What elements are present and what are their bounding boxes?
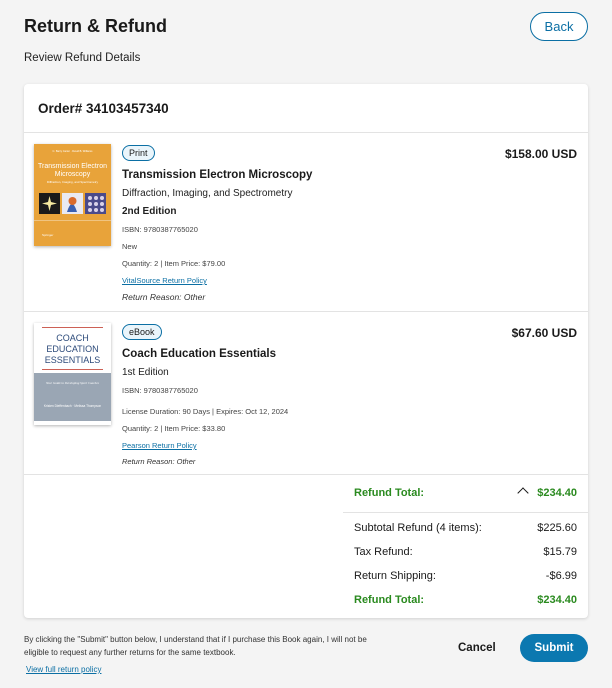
refund-total-header[interactable]: Refund Total: $234.40 — [354, 484, 577, 508]
summary-row-subtotal: Subtotal Refund (4 items): $225.60 — [354, 519, 577, 543]
summary-row-total: Refund Total: $234.40 — [354, 591, 577, 615]
page-title: Return & Refund — [24, 16, 167, 36]
summary-value: $225.60 — [537, 522, 577, 534]
cover-authors: C. Barry Carter · David B. Williams — [53, 149, 94, 153]
cover-title-1: COACH — [56, 333, 89, 343]
list-item: COACH EDUCATION ESSENTIALS Your Guide to… — [24, 312, 588, 475]
item-quantity: Quantity: 2 | Item Price: $79.00 — [122, 259, 226, 268]
item-subtitle: Diffraction, Imaging, and Spectrometry — [122, 188, 293, 199]
refund-total-value: $234.40 — [537, 487, 577, 499]
item-license: License Duration: 90 Days | Expires: Oct… — [122, 407, 289, 416]
refund-summary: Refund Total: $234.40 Subtotal Refund (4… — [343, 484, 588, 615]
summary-value: $15.79 — [543, 546, 577, 558]
cover-authors: Kristen Dieffenbach · Melissa Thompson — [44, 404, 102, 408]
cover-title-2: EDUCATION — [46, 344, 98, 354]
cover-subtitle: Diffraction, Imaging, and Spectrometry — [47, 180, 99, 184]
cover-title-1: Transmission Electron — [38, 163, 107, 170]
cover-title-3: ESSENTIALS — [45, 355, 101, 365]
item-isbn: ISBN: 9780387765020 — [122, 386, 198, 395]
return-policy-link[interactable]: VitalSource Return Policy — [122, 275, 207, 287]
back-button[interactable]: Back — [530, 12, 588, 41]
disclaimer: By clicking the "Submit" button below, I… — [24, 633, 384, 676]
order-number: Order# 34103457340 — [24, 84, 588, 133]
refund-total-label: Refund Total: — [354, 487, 425, 499]
view-return-policy-link[interactable]: View full return policy — [26, 663, 101, 676]
refund-total-footer-label: Refund Total: — [354, 594, 425, 606]
item-quantity: Quantity: 2 | Item Price: $33.80 — [122, 424, 226, 433]
item-details: eBook Coach Education Essentials 1st Edi… — [122, 322, 462, 468]
summary-value: -$6.99 — [545, 570, 577, 582]
chevron-up-icon[interactable] — [517, 487, 529, 499]
summary-row-shipping: Return Shipping: -$6.99 — [354, 567, 577, 591]
page-header: Return & Refund Back — [24, 12, 588, 44]
cancel-button[interactable]: Cancel — [458, 638, 496, 658]
disclaimer-text: By clicking the "Submit" button below, I… — [24, 635, 367, 657]
return-reason: Return Reason: Other — [122, 292, 206, 302]
item-price: $158.00 USD — [504, 147, 577, 161]
cover-tagline: Your Guide to Developing Sport Coaches — [46, 381, 99, 385]
book-cover-image: C. Barry Carter · David B. Williams Tran… — [34, 144, 111, 246]
item-condition: New — [122, 242, 138, 251]
summary-row-tax: Tax Refund: $15.79 — [354, 543, 577, 567]
item-price: $67.60 USD — [511, 326, 577, 340]
book-cover-image: COACH EDUCATION ESSENTIALS Your Guide to… — [34, 323, 111, 425]
summary-label: Subtotal Refund (4 items): — [354, 522, 482, 534]
page-subtitle: Review Refund Details — [24, 52, 141, 64]
divider — [343, 512, 588, 513]
return-policy-link[interactable]: Pearson Return Policy — [122, 440, 197, 452]
summary-label: Tax Refund: — [354, 546, 413, 558]
order-card: Order# 34103457340 C. Barry Carter · Dav… — [24, 84, 588, 618]
cover-title-2: Microscopy — [55, 171, 91, 178]
item-isbn: ISBN: 9780387765020 — [122, 225, 198, 234]
format-badge: eBook — [122, 324, 162, 340]
cover-publisher: Springer — [42, 233, 53, 237]
summary-label: Return Shipping: — [354, 570, 436, 582]
item-edition: 1st Edition — [122, 367, 169, 378]
format-badge: Print — [122, 145, 155, 161]
submit-button[interactable]: Submit — [520, 634, 588, 662]
refund-total-footer-value: $234.40 — [537, 594, 577, 606]
list-item: C. Barry Carter · David B. Williams Tran… — [24, 133, 588, 312]
item-edition: 2nd Edition — [122, 206, 177, 217]
item-title: Transmission Electron Microscopy — [122, 169, 313, 181]
return-reason: Return Reason: Other — [122, 457, 196, 466]
item-details: Print Transmission Electron Microscopy D… — [122, 143, 462, 303]
item-title: Coach Education Essentials — [122, 348, 277, 360]
